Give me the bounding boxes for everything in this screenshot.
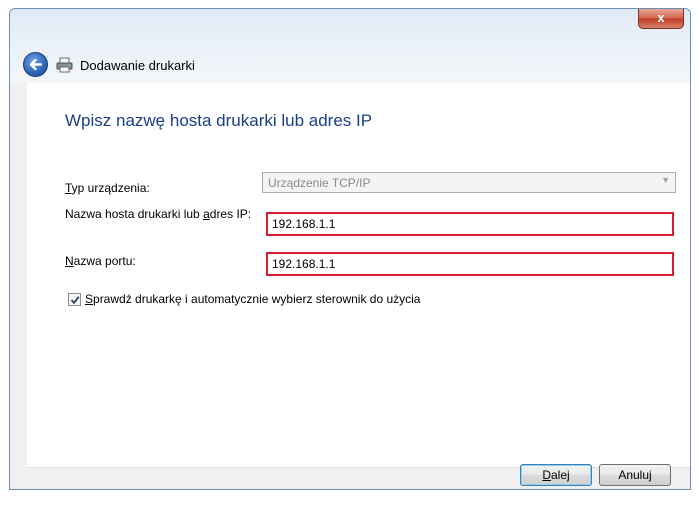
device-type-value: Urządzenie TCP/IP	[268, 176, 371, 190]
back-arrow-icon	[29, 58, 43, 71]
device-type-label: Typ urządzenia:	[65, 181, 150, 195]
port-field-frame	[266, 252, 674, 276]
host-input[interactable]	[272, 214, 662, 233]
chevron-down-icon: ▼	[661, 175, 670, 185]
device-type-label-text: yp urządzenia:	[71, 181, 150, 195]
auto-driver-label[interactable]: Sprawdź drukarkę i automatycznie wybierz…	[85, 292, 420, 306]
port-label-accesskey: N	[65, 254, 74, 268]
port-input[interactable]	[272, 254, 662, 273]
device-type-select[interactable]: Urządzenie TCP/IP ▼	[262, 172, 676, 193]
device-type-label-accesskey: T	[65, 181, 72, 195]
content-panel: Wpisz nazwę hosta drukarki lub adres IP …	[27, 83, 690, 467]
close-icon: x	[657, 10, 665, 25]
next-button[interactable]: Dalej	[520, 464, 592, 486]
next-button-accesskey: D	[542, 468, 551, 482]
auto-driver-label-text: prawdź drukarkę i automatycznie wybierz …	[93, 292, 421, 306]
back-button[interactable]	[23, 52, 48, 77]
close-button[interactable]: x	[638, 9, 684, 29]
page-heading: Wpisz nazwę hosta drukarki lub adres IP	[65, 111, 373, 130]
host-label: Nazwa hosta drukarki lub adres IP:	[65, 207, 253, 221]
port-label-text: azwa portu:	[73, 254, 136, 268]
add-printer-dialog: x Dodawanie drukarki Wpisz nazwę hosta d…	[9, 8, 691, 490]
host-field-frame	[266, 212, 674, 236]
host-label-text-after: dres IP:	[209, 207, 252, 221]
port-label: Nazwa portu:	[65, 254, 136, 268]
next-button-label: alej	[550, 468, 570, 482]
auto-driver-label-accesskey: S	[85, 292, 94, 306]
auto-driver-checkbox[interactable]	[68, 293, 81, 306]
host-label-accesskey: a	[203, 207, 210, 221]
host-label-text-before: Nazwa hosta drukarki lub	[65, 207, 204, 221]
printer-icon	[56, 57, 73, 73]
window-title: Dodawanie drukarki	[80, 58, 195, 73]
checkmark-icon	[70, 296, 80, 305]
cancel-button[interactable]: Anuluj	[599, 464, 671, 486]
